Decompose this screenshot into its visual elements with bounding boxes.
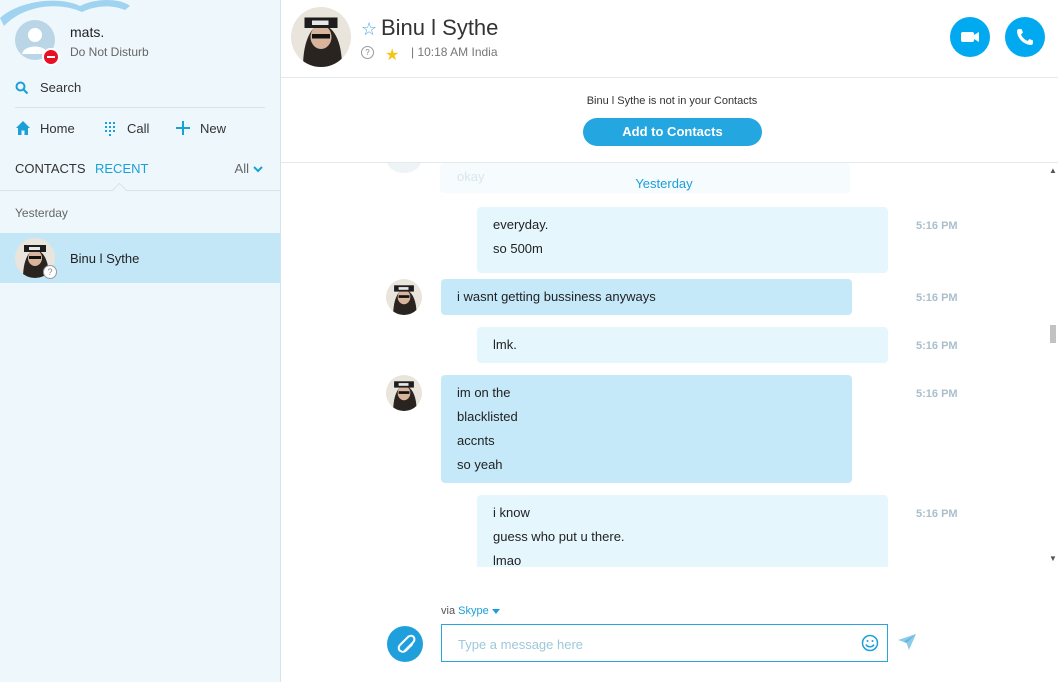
conversation-header: ☆ Binu l Sythe ? ★ | 10:18 AM India	[281, 0, 1058, 78]
avatar[interactable]	[386, 375, 422, 411]
sidebar-tabs: CONTACTS RECENT All	[15, 160, 263, 180]
status-unknown-icon: ?	[43, 265, 57, 279]
status-unknown-icon: ?	[361, 46, 374, 59]
via-prefix: via	[441, 605, 456, 617]
message-line: so 500m	[493, 241, 543, 256]
section-label-yesterday: Yesterday	[15, 206, 68, 220]
nav-new-label: New	[200, 121, 227, 136]
profile-status[interactable]: Do Not Disturb	[70, 45, 149, 59]
paperclip-icon	[397, 634, 416, 653]
tab-contacts[interactable]: CONTACTS	[15, 161, 86, 176]
message-scrollbar[interactable]: ▲ ▼	[1048, 163, 1058, 567]
not-in-contacts-banner: Binu l Sythe is not in your Contacts Add…	[281, 78, 1058, 163]
scroll-down-icon[interactable]: ▼	[1049, 554, 1057, 563]
date-separator: Yesterday	[635, 176, 693, 191]
message-list[interactable]: okay Yesterday everyday. so 500m 5:16 PM…	[281, 163, 1047, 567]
dialpad-icon	[105, 122, 115, 136]
search-button[interactable]: Search	[15, 79, 265, 108]
nav-home-label: Home	[40, 121, 75, 136]
tab-recent[interactable]: RECENT	[95, 161, 148, 176]
filter-label: All	[234, 161, 249, 176]
send-icon[interactable]	[898, 634, 916, 650]
attach-file-button[interactable]	[387, 626, 423, 662]
message-line: i know	[493, 505, 530, 520]
message-line: guess who put u there.	[493, 529, 625, 544]
message-line: accnts	[457, 433, 495, 448]
message-input[interactable]	[456, 634, 850, 654]
local-time-text: 10:18 AM India	[417, 45, 498, 59]
message-bubble-incoming[interactable]: i wasnt getting bussiness anyways	[441, 279, 852, 315]
message-line: blacklisted	[457, 409, 518, 424]
video-camera-icon	[961, 32, 979, 42]
video-call-button[interactable]	[950, 17, 990, 57]
scroll-up-icon[interactable]: ▲	[1049, 166, 1057, 175]
message-time: 5:16 PM	[916, 292, 958, 304]
message-bubble-outgoing[interactable]: everyday. so 500m	[477, 207, 888, 273]
emoji-icon[interactable]	[861, 634, 879, 652]
chevron-down-icon	[491, 609, 500, 614]
nav-home-button[interactable]: Home	[15, 119, 85, 139]
contact-name[interactable]: Binu l Sythe	[381, 15, 498, 41]
do-not-disturb-icon	[42, 48, 60, 66]
audio-call-button[interactable]	[1005, 17, 1045, 57]
message-line: lmao	[493, 553, 522, 567]
search-label: Search	[40, 80, 82, 95]
message-time: 5:16 PM	[916, 388, 958, 400]
tab-pointer	[111, 182, 128, 199]
message-line: lmk.	[493, 337, 517, 352]
mood-star-icon: ★	[385, 47, 400, 64]
list-item[interactable]: ? Binu l Sythe	[0, 233, 280, 283]
message-bubble-outgoing[interactable]: lmk.	[477, 327, 888, 363]
message-bubble-incoming[interactable]: im on the blacklisted accnts so yeah	[441, 375, 852, 483]
message-line: im on the	[457, 385, 511, 400]
banner-text: Binu l Sythe is not in your Contacts	[586, 95, 758, 107]
nav-new-button[interactable]: New	[175, 119, 245, 139]
message-time: 5:16 PM	[916, 220, 958, 232]
home-icon	[16, 121, 30, 135]
message-compose-box[interactable]	[441, 624, 888, 662]
nav-call-label: Call	[127, 121, 150, 136]
message-time: 5:16 PM	[916, 340, 958, 352]
add-to-contacts-button[interactable]: Add to Contacts	[583, 118, 762, 146]
nav-call-button[interactable]: Call	[102, 119, 172, 139]
avatar[interactable]	[386, 279, 422, 315]
sidebar-nav: Home Call New	[15, 119, 275, 139]
local-time: | 10:18 AM India	[411, 45, 498, 59]
contact-avatar[interactable]	[291, 7, 351, 67]
message-bubble-outgoing[interactable]: i know guess who put u there. lmao	[477, 495, 888, 567]
favorite-star-icon[interactable]: ☆	[361, 19, 377, 40]
sidebar: mats. Do Not Disturb Search Home Call Ne…	[0, 0, 281, 682]
plus-icon	[176, 121, 190, 135]
divider	[0, 190, 280, 191]
phone-icon	[1017, 29, 1033, 45]
via-service: Skype	[458, 605, 489, 617]
message-line: i wasnt getting bussiness anyways	[457, 289, 656, 304]
send-via-selector[interactable]: via Skype	[441, 605, 500, 617]
scroll-thumb[interactable]	[1050, 325, 1056, 343]
recent-item-name: Binu l Sythe	[70, 251, 140, 266]
message-line: so yeah	[457, 457, 503, 472]
chevron-down-icon	[253, 161, 263, 176]
avatar	[386, 163, 422, 173]
filter-dropdown[interactable]: All	[235, 161, 263, 176]
message-line: everyday.	[493, 217, 549, 232]
search-icon	[15, 81, 29, 95]
profile-name[interactable]: mats.	[70, 24, 104, 40]
message-time: 5:16 PM	[916, 508, 958, 520]
